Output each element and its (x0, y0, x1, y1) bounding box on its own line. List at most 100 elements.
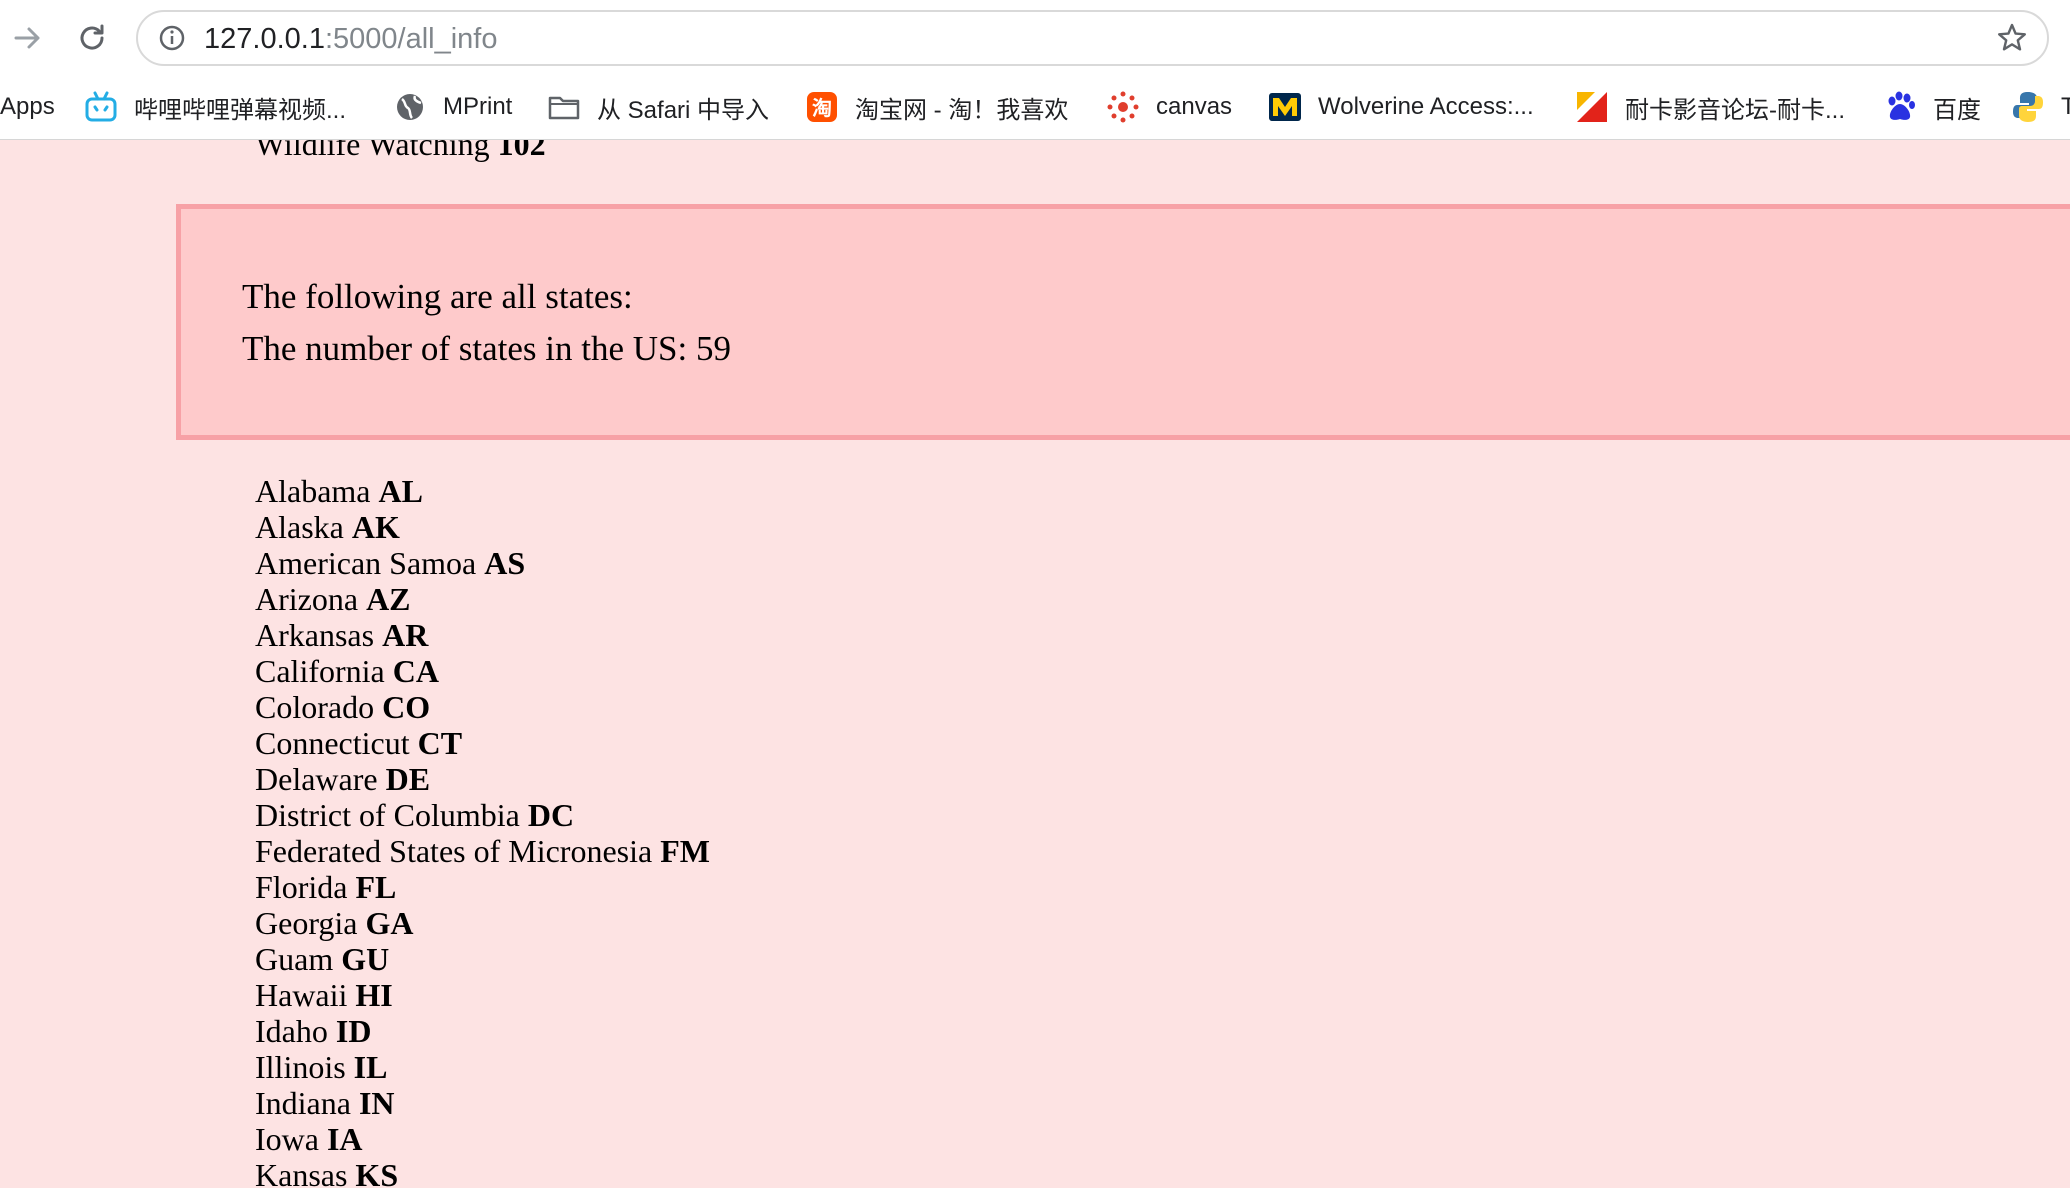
bookmark-label: 淘宝网 - 淘！我喜欢 (855, 96, 1069, 124)
taobao-icon: 淘 (807, 92, 837, 122)
bookmark-label: 耐卡影音论坛-耐卡... (1625, 96, 1845, 124)
previous-list-item: Wildlife Watching 102 (255, 140, 546, 162)
reload-button[interactable] (68, 14, 116, 62)
state-abbr: AZ (366, 581, 411, 617)
canvas-icon (1107, 91, 1139, 123)
state-name: Indiana (255, 1085, 351, 1121)
forward-arrow-icon (14, 27, 40, 49)
url-text[interactable]: 127.0.0.1:5000/all_info (204, 22, 497, 56)
url-host: 127.0.0.1 (204, 23, 325, 55)
page-content: Wildlife Watching 102 The following are … (0, 140, 2070, 1188)
state-name: Guam (255, 941, 334, 977)
bookmarks-bar: Apps 哔哩哔哩弹幕视频... MPrint 从 Safari 中导入 淘 淘… (0, 76, 2070, 138)
states-count-text: The number of states in the US: 59 (242, 329, 731, 368)
state-abbr: FM (660, 833, 710, 869)
bookmark-safari-import[interactable]: 从 Safari 中导入 (547, 76, 769, 138)
python-icon (2013, 92, 2043, 122)
bookmark-taobao[interactable]: 淘 淘宝网 - 淘！我喜欢 (805, 76, 1068, 138)
state-item: Idaho ID (255, 1013, 710, 1049)
bookmark-label: canvas (1156, 93, 1233, 120)
state-name: District of Columbia (255, 797, 520, 833)
state-item: American Samoa AS (255, 545, 710, 581)
state-name: Florida (255, 869, 348, 905)
address-bar[interactable]: 127.0.0.1:5000/all_info (136, 10, 2049, 66)
bookmark-label: T (2061, 93, 2070, 120)
bookmark-mprint[interactable]: MPrint (393, 76, 512, 138)
state-name: Delaware (255, 761, 378, 797)
state-abbr: FL (355, 869, 397, 905)
state-name: Iowa (255, 1121, 319, 1157)
bookmark-apps[interactable]: Apps (0, 76, 55, 138)
bookmark-bilibili[interactable]: 哔哩哔哩弹幕视频... (84, 76, 346, 138)
bookmark-label: 百度 (1933, 96, 1981, 124)
state-name: Idaho (255, 1013, 328, 1049)
state-abbr: AS (484, 545, 526, 581)
state-item: Hawaii HI (255, 977, 710, 1013)
state-item: Alaska AK (255, 509, 710, 545)
folder-icon (548, 96, 580, 120)
state-item: Iowa IA (255, 1121, 710, 1157)
state-abbr: AL (378, 473, 423, 509)
state-name: Alabama (255, 473, 371, 509)
state-item: Colorado CO (255, 689, 710, 725)
url-path: :5000/all_info (324, 23, 498, 55)
bookmark-naika[interactable]: 耐卡影音论坛-耐卡... (1575, 76, 1845, 138)
bookmark-wolverine-access[interactable]: Wolverine Access:... (1268, 76, 1534, 138)
state-item: Arkansas AR (255, 617, 710, 653)
state-abbr: DE (385, 761, 431, 797)
state-abbr: CA (392, 653, 439, 689)
browser-chrome: 127.0.0.1:5000/all_info Apps 哔哩哔哩弹幕视频... (0, 0, 2070, 140)
state-item: Georgia GA (255, 905, 710, 941)
star-icon[interactable] (1995, 21, 2029, 55)
bookmark-baidu[interactable]: 百度 (1883, 76, 1981, 138)
item-name: Wildlife Watching (255, 140, 490, 162)
state-abbr: IL (353, 1049, 388, 1085)
state-item: District of Columbia DC (255, 797, 710, 833)
state-abbr: HI (355, 977, 393, 1013)
state-abbr: AR (382, 617, 429, 653)
forward-button[interactable] (4, 14, 52, 62)
bookmark-label: 从 Safari 中导入 (597, 96, 770, 124)
state-name: American Samoa (255, 545, 477, 581)
bookmark-canvas[interactable]: canvas (1106, 76, 1232, 138)
states-heading: The following are all states: (242, 277, 633, 316)
state-item: Illinois IL (255, 1049, 710, 1085)
state-abbr: DC (527, 797, 575, 833)
svg-text:淘: 淘 (812, 96, 832, 120)
bookmark-label: Wolverine Access:... (1318, 93, 1534, 120)
bookmark-label: MPrint (443, 93, 513, 120)
bookmark-label: Apps (0, 93, 55, 120)
state-name: Federated States of Micronesia (255, 833, 653, 869)
state-name: Alaska (255, 509, 344, 545)
state-item: California CA (255, 653, 710, 689)
info-icon[interactable] (158, 24, 186, 52)
bookmark-label: 哔哩哔哩弹幕视频... (134, 96, 347, 124)
state-item: Guam GU (255, 941, 710, 977)
bookmark-python[interactable]: T (2011, 76, 2070, 138)
state-item: Alabama AL (255, 473, 710, 509)
state-item: Florida FL (255, 869, 710, 905)
state-name: Georgia (255, 905, 358, 941)
state-abbr: IN (358, 1085, 395, 1121)
naika-icon (1577, 92, 1607, 122)
state-item: Kansas KS (255, 1157, 710, 1188)
baidu-icon (1888, 91, 1915, 120)
globe-icon (397, 94, 423, 120)
state-abbr: GU (341, 941, 390, 977)
state-item: Arizona AZ (255, 581, 710, 617)
state-name: Kansas (255, 1157, 348, 1188)
state-item: Connecticut CT (255, 725, 710, 761)
state-abbr: KS (355, 1157, 399, 1188)
state-name: Arkansas (255, 617, 375, 653)
navigation-bar: 127.0.0.1:5000/all_info (0, 0, 2070, 76)
state-name: Arizona (255, 581, 359, 617)
state-item: Indiana IN (255, 1085, 710, 1121)
state-abbr: AK (351, 509, 400, 545)
state-name: Hawaii (255, 977, 348, 1013)
state-abbr: CT (417, 725, 463, 761)
michigan-icon (1269, 93, 1301, 121)
state-name: Illinois (255, 1049, 346, 1085)
state-abbr: ID (335, 1013, 372, 1049)
states-info-banner: The following are all states: The number… (176, 204, 2070, 440)
state-abbr: GA (365, 905, 414, 941)
